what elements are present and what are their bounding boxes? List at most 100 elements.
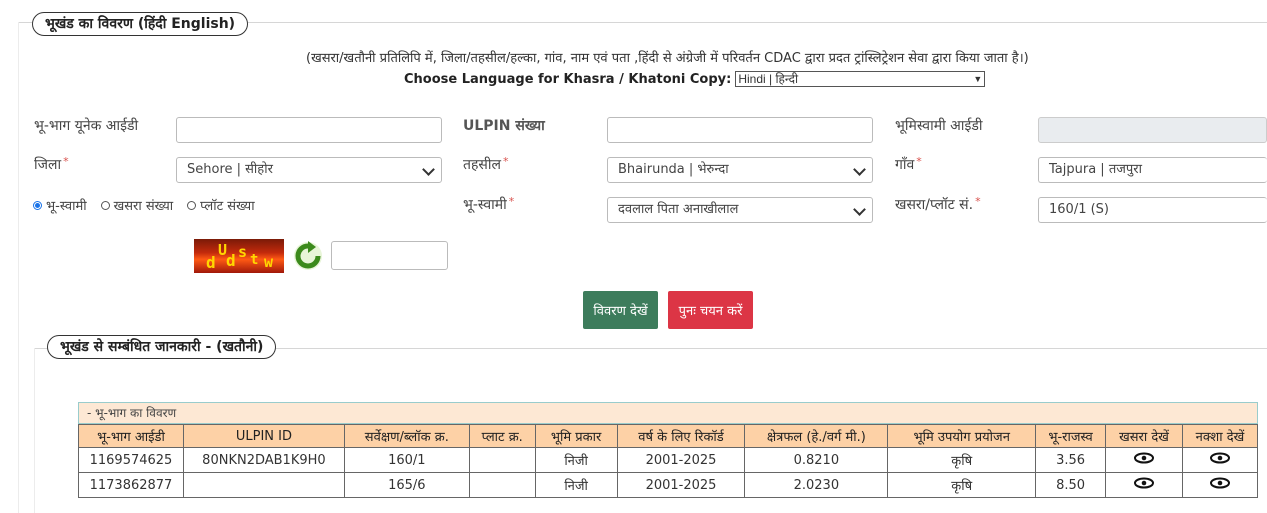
required-mark: * xyxy=(508,195,515,208)
dropdown-arrow-icon: ▼ xyxy=(973,74,983,84)
tehsil-label-text: तहसील xyxy=(463,157,501,173)
radio-khasra[interactable]: खसरा संख्या xyxy=(100,196,174,214)
col-header: नक्शा देखें xyxy=(1181,424,1259,448)
transliteration-note: (खसरा/खतौनी प्रतिलिपि में, जिला/तहसील/हल… xyxy=(306,51,1029,66)
cell-ulpin: 80NKN2DAB1K9H0 xyxy=(182,447,345,473)
village-label: गाँव * xyxy=(895,155,922,174)
unique-id-input[interactable] xyxy=(176,117,442,143)
owner-id-label: भूमिस्वामी आईडी xyxy=(895,118,983,134)
language-label: Choose Language for Khasra / Khatoni Cop… xyxy=(404,71,732,87)
language-select[interactable]: Hindi | हिन्दी ▼ xyxy=(735,71,986,87)
cell-survey: 160/1 xyxy=(343,447,470,473)
view-map-cell xyxy=(1181,472,1259,498)
district-label-text: जिला xyxy=(34,157,62,173)
cell-year: 2001-2025 xyxy=(616,447,746,473)
section-legend-khatoni: भूखंड से सम्बंधित जानकारी - (खतौनी) xyxy=(47,335,277,359)
eye-icon[interactable] xyxy=(1209,477,1230,493)
refresh-icon[interactable] xyxy=(292,240,324,272)
tehsil-label: तहसील * xyxy=(463,155,509,174)
col-header: भू-राजस्व xyxy=(1035,424,1107,448)
owner-select-value: दवलाल पिता अनाखीलाल xyxy=(618,202,739,217)
captcha-char: w xyxy=(264,253,274,271)
radio-plot-label: प्लॉट संख्या xyxy=(200,199,255,214)
radio-owner[interactable]: भू-स्वामी xyxy=(33,196,87,214)
required-mark: * xyxy=(975,195,981,208)
khasra-select[interactable]: 160/1 (S) xyxy=(1038,197,1267,223)
radio-khasra-label: खसरा संख्या xyxy=(113,199,174,214)
radio-plot[interactable]: प्लॉट संख्या xyxy=(187,196,255,214)
ulpin-input[interactable] xyxy=(607,117,873,143)
fieldset-border-left xyxy=(18,22,19,513)
radio-checked-icon xyxy=(33,200,42,210)
cell-land-type: निजी xyxy=(534,472,618,498)
cell-land-use: कृषि xyxy=(887,447,1037,473)
section-legend-details: भूखंड का विवरण (हिंदी English) xyxy=(32,12,249,36)
radio-unchecked-icon xyxy=(187,200,197,210)
table-row: 1173862877 165/6 निजी 2001-2025 2.0230 क… xyxy=(78,472,1259,498)
chevron-down-icon xyxy=(422,163,435,176)
col-header: भूमि प्रकार xyxy=(534,424,618,448)
cell-plot xyxy=(468,447,536,473)
fieldset2-border-left xyxy=(34,348,35,513)
captcha-char: d xyxy=(206,253,216,272)
khasra-label: खसरा/प्लॉट सं. * xyxy=(895,195,981,214)
table-caption: - भू-भाग का विवरण xyxy=(78,402,1258,424)
col-header: वर्ष के लिए रिकॉर्ड xyxy=(616,424,746,448)
language-row: Choose Language for Khasra / Khatoni Cop… xyxy=(404,71,986,87)
view-khasra-cell xyxy=(1105,472,1183,498)
required-mark: * xyxy=(63,155,69,168)
eye-icon[interactable] xyxy=(1209,452,1230,468)
tehsil-select-value: Bhairunda | भेरुन्दा xyxy=(618,162,729,177)
eye-icon[interactable] xyxy=(1134,477,1154,493)
required-mark: * xyxy=(503,155,509,168)
col-header: भू-भाग आईडी xyxy=(78,424,184,448)
view-khasra-cell xyxy=(1105,447,1183,473)
village-select[interactable]: Tajpura | तजपुरा xyxy=(1038,157,1267,183)
cell-revenue: 3.56 xyxy=(1035,447,1107,473)
col-header: क्षेत्रफल (हे./वर्ग मी.) xyxy=(744,424,889,448)
district-label: जिला * xyxy=(34,155,69,174)
cell-year: 2001-2025 xyxy=(616,472,746,498)
captcha-input[interactable] xyxy=(331,241,448,270)
cell-land-use: कृषि xyxy=(887,472,1037,498)
col-header: ULPIN ID xyxy=(182,424,345,448)
section2-legend-text: भूखंड से सम्बंधित जानकारी - (खतौनी) xyxy=(60,339,264,355)
reset-selection-button[interactable]: पुनः चयन करें xyxy=(668,291,753,329)
captcha-char: s xyxy=(238,243,248,261)
owner-id-input xyxy=(1038,117,1267,143)
owner-label: भू-स्वामी * xyxy=(463,195,514,214)
cell-parcel-id: 1173862877 xyxy=(78,472,184,498)
district-select[interactable]: Sehore | सीहोर xyxy=(176,157,442,183)
search-type-radio-group: भू-स्वामी खसरा संख्या प्लॉट संख्या xyxy=(33,196,255,214)
cell-area: 0.8210 xyxy=(744,447,889,473)
radio-unchecked-icon xyxy=(100,200,110,210)
khasra-label-text: खसरा/प्लॉट सं. xyxy=(895,197,974,213)
cell-parcel-id: 1169574625 xyxy=(78,447,184,473)
cell-area: 2.0230 xyxy=(744,472,889,498)
table-row: 1169574625 80NKN2DAB1K9H0 160/1 निजी 200… xyxy=(78,447,1259,473)
ulpin-label: ULPIN संख्या xyxy=(463,118,545,134)
captcha-char: t xyxy=(250,252,259,268)
view-map-cell xyxy=(1181,447,1259,473)
land-parcel-table-wrapper: - भू-भाग का विवरण भू-भाग आईडी ULPIN ID स… xyxy=(78,402,1259,498)
col-header: सर्वेक्षण/ब्लॉक क्र. xyxy=(343,424,470,448)
unique-id-label: भू-भाग यूनेक आईडी xyxy=(34,118,139,134)
view-details-button[interactable]: विवरण देखें xyxy=(583,291,658,329)
cell-land-type: निजी xyxy=(534,447,618,473)
cell-revenue: 8.50 xyxy=(1035,472,1107,498)
col-header: भूमि उपयोग प्रयोजन xyxy=(887,424,1037,448)
village-select-value: Tajpura | तजपुरा xyxy=(1049,162,1142,177)
cell-ulpin xyxy=(182,472,345,498)
land-parcel-table: भू-भाग आईडी ULPIN ID सर्वेक्षण/ब्लॉक क्र… xyxy=(78,424,1259,498)
cell-plot xyxy=(468,472,536,498)
section-legend-text: भूखंड का विवरण (हिंदी English) xyxy=(45,16,236,32)
owner-select[interactable]: दवलाल पिता अनाखीलाल xyxy=(607,197,873,223)
col-header: प्लाट क्र. xyxy=(468,424,536,448)
eye-icon[interactable] xyxy=(1134,452,1154,468)
captcha-char: d xyxy=(226,251,236,270)
chevron-down-icon xyxy=(853,203,866,216)
tehsil-select[interactable]: Bhairunda | भेरुन्दा xyxy=(607,157,873,183)
captcha-image: d U d s t w xyxy=(194,239,284,273)
chevron-down-icon xyxy=(853,163,866,176)
district-select-value: Sehore | सीहोर xyxy=(187,162,273,177)
